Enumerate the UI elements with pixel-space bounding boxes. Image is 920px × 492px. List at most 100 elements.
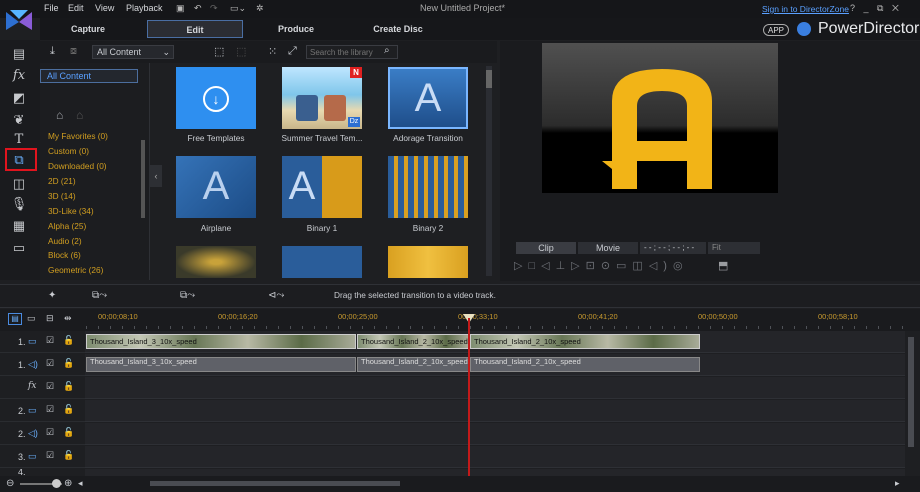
zoom-fit-dropdown[interactable]: Fit bbox=[708, 242, 760, 254]
category-item[interactable]: Alpha (25) bbox=[48, 221, 86, 231]
playhead-line[interactable] bbox=[468, 318, 470, 476]
category-item[interactable]: Downloaded (0) bbox=[48, 161, 107, 171]
title-room-icon[interactable]: T bbox=[10, 132, 28, 148]
category-item[interactable]: 3D (14) bbox=[48, 191, 76, 201]
fx-room-icon[interactable]: fx bbox=[10, 68, 28, 84]
category-all-content[interactable]: All Content bbox=[40, 69, 138, 83]
undock-icon[interactable]: ⬒ bbox=[718, 259, 728, 272]
track-row[interactable] bbox=[85, 377, 905, 399]
track-row[interactable] bbox=[85, 469, 905, 476]
window-controls[interactable]: ? _ ⧉ ✕ bbox=[850, 3, 902, 14]
particle-room-icon[interactable]: ❦ bbox=[10, 112, 28, 128]
redo-icon[interactable]: ↷ bbox=[210, 3, 218, 14]
lock-icon[interactable]: 🔓 bbox=[63, 381, 74, 392]
thumbnail-summer-travel[interactable]: N Dz bbox=[282, 67, 362, 129]
menu-view[interactable]: View bbox=[95, 3, 114, 13]
fit-timeline-icon[interactable]: ⇹ bbox=[64, 313, 72, 324]
lock-icon[interactable]: 🔓 bbox=[63, 358, 74, 369]
undo-icon[interactable]: ↶ bbox=[194, 3, 202, 14]
media-room-icon[interactable]: ▤ bbox=[10, 46, 28, 62]
content-filter-dropdown[interactable]: All Content ⌄ bbox=[92, 45, 174, 59]
add-to-track-icon[interactable]: ⬚ bbox=[214, 45, 224, 58]
track-enable-checkbox[interactable]: ☑ bbox=[46, 427, 54, 438]
track-manager-icon[interactable]: ⊟ bbox=[46, 313, 54, 324]
audio-mixing-room-icon[interactable]: ◫ bbox=[10, 176, 28, 192]
postfix-transition-icon[interactable]: ⧉⤳ bbox=[180, 290, 195, 301]
audio-clip[interactable]: Thousand_Island_2_10x_speed bbox=[357, 357, 469, 372]
apply-to-all-icon[interactable]: ⊲⤳ bbox=[268, 290, 284, 301]
video-clip[interactable]: Thousand_Island_2_10x_speed bbox=[357, 334, 469, 349]
storyboard-view-icon[interactable]: ▭ bbox=[27, 313, 36, 324]
scroll-right-icon[interactable]: ▸ bbox=[895, 478, 900, 489]
audio-clip[interactable]: Thousand_Island_2_10x_speed bbox=[470, 357, 700, 372]
voiceover-room-icon[interactable]: 🎙 bbox=[10, 196, 28, 212]
category-scrollbar[interactable] bbox=[141, 140, 145, 218]
track-enable-checkbox[interactable]: ☑ bbox=[46, 450, 54, 461]
lock-icon[interactable]: 🔓 bbox=[63, 427, 74, 438]
lock-icon[interactable]: 🔓 bbox=[63, 450, 74, 461]
thumbnail-binary-2[interactable] bbox=[388, 156, 468, 218]
import-icon[interactable]: ⤓ bbox=[50, 45, 55, 58]
thumbnail-free-templates[interactable]: ↓ bbox=[176, 67, 256, 129]
tag-icon[interactable]: ⌂ bbox=[56, 108, 63, 122]
category-item[interactable]: 3D-Like (34) bbox=[48, 206, 94, 216]
category-item[interactable]: My Favorites (0) bbox=[48, 131, 108, 141]
timeline-view-icon[interactable]: ▤ bbox=[8, 313, 22, 325]
app-badge[interactable]: APP bbox=[763, 24, 790, 36]
menu-playback[interactable]: Playback bbox=[126, 3, 163, 13]
tab-edit[interactable]: Edit bbox=[147, 20, 243, 38]
track-enable-checkbox[interactable]: ☑ bbox=[46, 404, 54, 415]
tab-produce[interactable]: Produce bbox=[248, 20, 344, 38]
thumbnail-partial[interactable] bbox=[282, 246, 362, 278]
search-icon[interactable]: ⌕ bbox=[384, 45, 390, 56]
menu-edit[interactable]: Edit bbox=[68, 3, 84, 13]
track-row[interactable] bbox=[85, 400, 905, 422]
category-item[interactable]: Geometric (26) bbox=[48, 265, 103, 275]
tab-capture[interactable]: Capture bbox=[40, 20, 136, 38]
timecode-display[interactable]: - - ; - - ; - - ; - - bbox=[640, 242, 706, 254]
magic-tools-icon[interactable]: ✦ bbox=[48, 290, 56, 301]
resolution-icon[interactable]: ▭⌄ bbox=[230, 3, 246, 14]
thumbnail-partial[interactable] bbox=[388, 246, 468, 278]
tab-create-disc[interactable]: Create Disc bbox=[350, 20, 446, 38]
video-clip[interactable]: Thousand_Island_3_10x_speed bbox=[86, 334, 356, 349]
category-item[interactable]: 2D (21) bbox=[48, 176, 76, 186]
track-enable-checkbox[interactable]: ☑ bbox=[46, 335, 54, 346]
scroll-left-icon[interactable]: ◂ bbox=[78, 478, 83, 489]
zoom-in-icon[interactable]: ⊕ bbox=[64, 478, 72, 489]
thumbnail-partial[interactable] bbox=[176, 246, 256, 278]
playback-controls[interactable]: ▷□◁⊥▷⊡⊙▭◫◁)◎ bbox=[514, 259, 689, 272]
expand-icon[interactable]: ⤢ bbox=[288, 45, 297, 58]
zoom-slider-handle[interactable] bbox=[52, 479, 61, 488]
pip-room-icon[interactable]: ◩ bbox=[10, 90, 28, 106]
tag-remove-icon[interactable]: ⌂ bbox=[76, 108, 83, 122]
thumbnail-adorage-transition[interactable]: A bbox=[388, 67, 468, 129]
chapter-room-icon[interactable]: ▦ bbox=[10, 218, 28, 234]
track-enable-checkbox[interactable]: ☑ bbox=[46, 381, 54, 392]
download-icon[interactable]: ⬚ bbox=[236, 45, 246, 58]
timeline-vertical-scrollbar[interactable] bbox=[906, 331, 916, 476]
prefix-transition-icon[interactable]: ⧉⤳ bbox=[92, 290, 107, 301]
sign-in-link[interactable]: Sign in to DirectorZone bbox=[762, 4, 849, 14]
track-enable-checkbox[interactable]: ☑ bbox=[46, 358, 54, 369]
category-item[interactable]: Audio (2) bbox=[48, 236, 82, 246]
save-icon[interactable]: ▣ bbox=[176, 3, 185, 14]
audio-clip[interactable]: Thousand_Island_3_10x_speed bbox=[86, 357, 356, 372]
settings-gear-icon[interactable]: ✲ bbox=[256, 3, 264, 14]
category-item[interactable]: Block (6) bbox=[48, 250, 81, 260]
plugin-icon[interactable]: ⧇ bbox=[70, 45, 77, 58]
track-row[interactable] bbox=[85, 446, 905, 468]
clip-mode-tab[interactable]: Clip bbox=[516, 242, 576, 254]
zoom-out-icon[interactable]: ⊖ bbox=[6, 478, 14, 489]
thumbnail-airplane[interactable]: A bbox=[176, 156, 256, 218]
menu-file[interactable]: File bbox=[44, 3, 59, 13]
category-item[interactable]: Custom (0) bbox=[48, 146, 89, 156]
thumbnail-binary-1[interactable]: A bbox=[282, 156, 362, 218]
collapse-panel-button[interactable]: ‹ bbox=[150, 165, 162, 187]
lock-icon[interactable]: 🔓 bbox=[63, 404, 74, 415]
timeline-horizontal-scrollbar[interactable] bbox=[150, 481, 400, 486]
movie-mode-tab[interactable]: Movie bbox=[578, 242, 638, 254]
library-scrollbar[interactable] bbox=[486, 66, 492, 276]
track-row[interactable] bbox=[85, 423, 905, 445]
grid-view-icon[interactable]: ⁙ bbox=[268, 45, 277, 58]
